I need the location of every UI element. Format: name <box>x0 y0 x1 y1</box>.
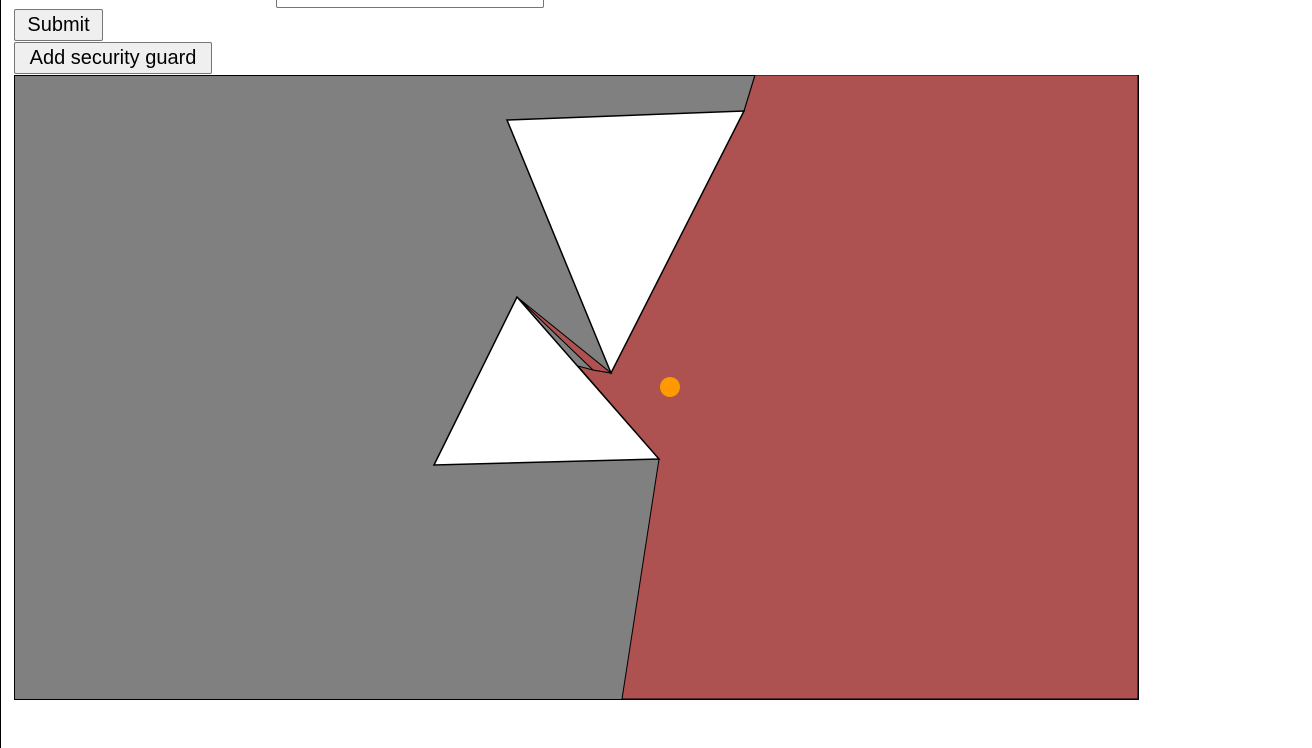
art-gallery-canvas[interactable] <box>14 75 1139 700</box>
text-input[interactable] <box>276 0 544 8</box>
security-guard-dot[interactable] <box>660 377 680 397</box>
add-security-guard-button[interactable]: Add security guard <box>14 42 212 74</box>
submit-button[interactable]: Submit <box>14 9 103 41</box>
left-border-line <box>0 0 1 748</box>
page: p Submit Add security guard <box>0 0 1312 748</box>
gallery-svg[interactable] <box>14 75 1139 700</box>
